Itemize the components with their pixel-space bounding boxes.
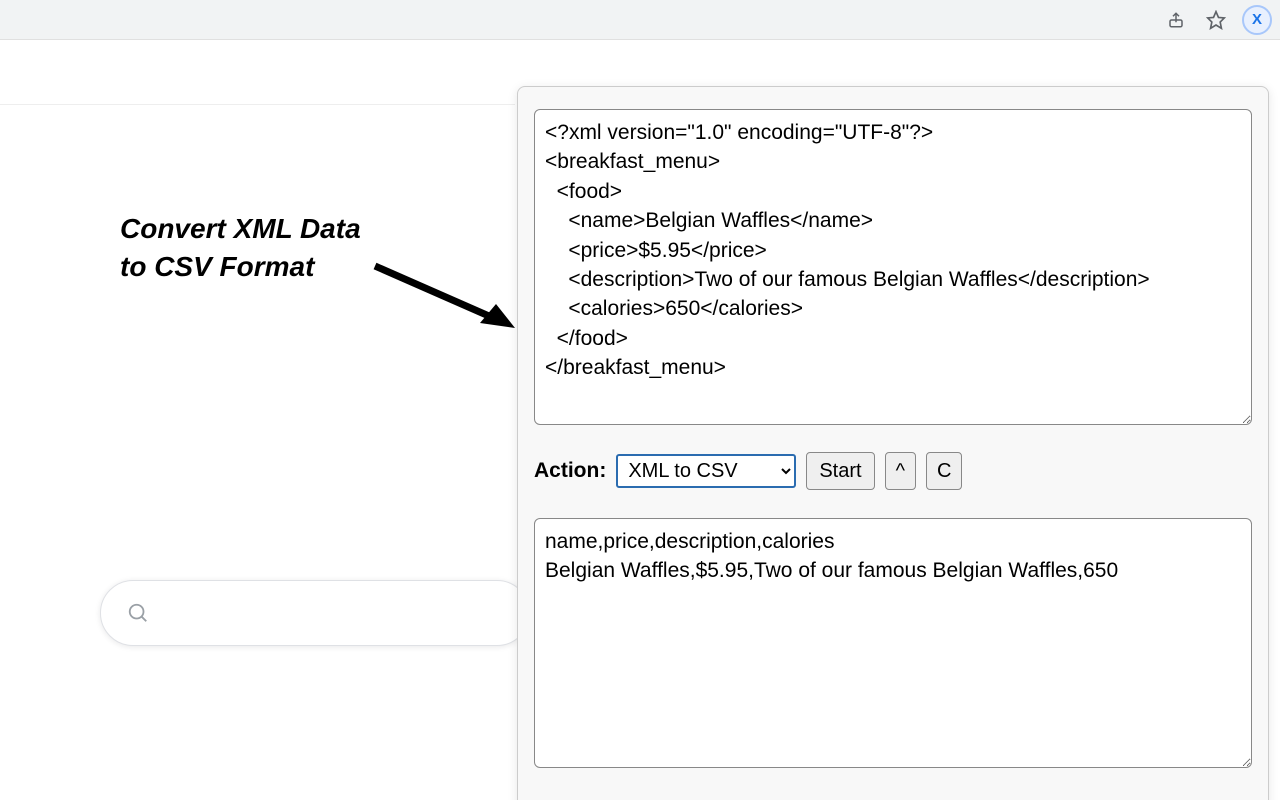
action-label: Action: [534, 459, 606, 483]
browser-toolbar: X [0, 0, 1280, 40]
page-body: Convert XML Data to CSV Format Action: X… [0, 40, 1280, 800]
promo-title-line1: Convert XML Data [120, 213, 361, 244]
action-row: Action: XML to CSV Start ^ C [534, 452, 1252, 490]
promo-title-line2: to CSV Format [120, 251, 314, 282]
promo-title: Convert XML Data to CSV Format [120, 210, 361, 286]
csv-output[interactable] [534, 518, 1252, 768]
share-icon[interactable] [1162, 6, 1190, 34]
swap-button[interactable]: ^ [885, 452, 916, 490]
clear-button[interactable]: C [926, 452, 962, 490]
arrow-icon [370, 258, 520, 338]
search-icon [127, 602, 149, 624]
extension-badge-letter: X [1252, 11, 1262, 28]
start-button[interactable]: Start [806, 452, 874, 490]
left-background [0, 104, 515, 744]
action-select[interactable]: XML to CSV [616, 454, 796, 488]
star-icon[interactable] [1202, 6, 1230, 34]
extension-badge[interactable]: X [1242, 5, 1272, 35]
extension-panel: Action: XML to CSV Start ^ C Tips: This … [517, 86, 1269, 800]
xml-input[interactable] [534, 109, 1252, 425]
search-input[interactable] [100, 580, 530, 646]
